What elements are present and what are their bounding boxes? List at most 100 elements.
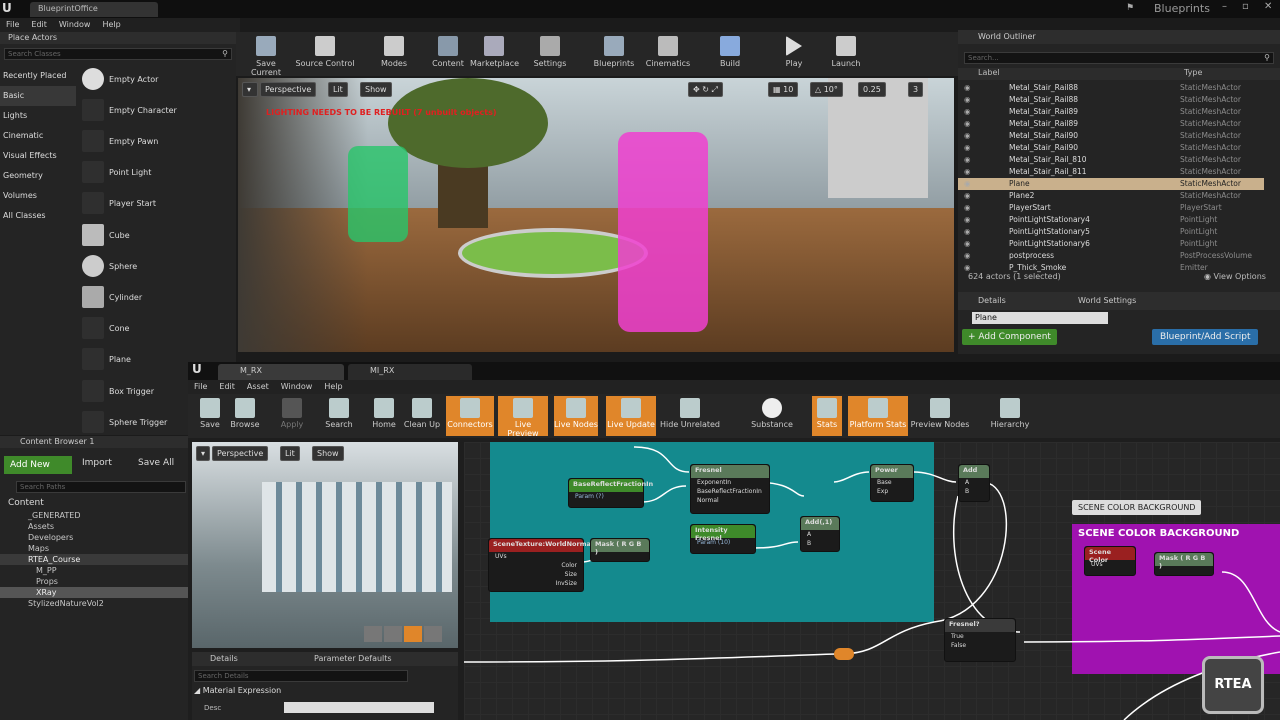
actor-name-input[interactable]: Plane [972, 312, 1108, 324]
mat-search-button[interactable]: Search [322, 396, 356, 436]
outliner-row[interactable]: ◉ PointLightStationary5 PointLight [958, 226, 1264, 238]
tree-maps[interactable]: Maps [28, 544, 49, 553]
details-tab[interactable]: Details [978, 296, 1006, 305]
viewport-options-button[interactable]: ▾ [242, 82, 258, 97]
eye-icon[interactable]: ◉ [964, 166, 971, 178]
search-paths-input[interactable]: Search Paths [16, 481, 186, 493]
mat-live-preview-button[interactable]: Live Preview [498, 396, 548, 438]
tree-rtea-course[interactable]: RTEA_Course [28, 555, 80, 564]
mat-clean-up-button[interactable]: Clean Up [402, 396, 442, 436]
mat-hierarchy-button[interactable]: Hierarchy [990, 396, 1030, 436]
node-base-reflect[interactable]: BaseReflectFractionIn Param (?) [568, 478, 653, 508]
preview-shape-buttons[interactable] [364, 626, 454, 644]
node-mask[interactable]: Mask ( R G B ) [590, 538, 650, 562]
menu-edit[interactable]: Edit [31, 18, 47, 32]
add-new-button[interactable]: Add New [4, 456, 72, 474]
outliner-row[interactable]: ◉ Metal_Stair_Rail90 StaticMeshActor [958, 142, 1264, 154]
outliner-row[interactable]: ◉ Plane2 StaticMeshActor [958, 190, 1264, 202]
preview-show-button[interactable]: Show [312, 446, 344, 461]
node-scene-color[interactable]: Scene Color UVs [1084, 546, 1136, 576]
minimize-button[interactable]: – [1222, 1, 1227, 12]
mat-menu-file[interactable]: File [194, 380, 207, 394]
eye-icon[interactable]: ◉ [964, 130, 971, 142]
cylinder-shape-icon[interactable] [364, 626, 382, 642]
actor-player-start[interactable]: Player Start [80, 190, 228, 220]
actor-empty-character[interactable]: Empty Character [80, 97, 228, 127]
outliner-row[interactable]: ◉ Metal_Stair_Rail88 StaticMeshActor [958, 94, 1264, 106]
perspective-button[interactable]: Perspective [260, 82, 317, 97]
launch-button[interactable]: Launch [826, 32, 866, 76]
node-mask-2[interactable]: Mask ( R G B ) [1154, 552, 1214, 576]
mat-substance-button[interactable]: Substance [750, 396, 794, 436]
mat-browse-button[interactable]: Browse [228, 396, 262, 436]
eye-icon[interactable]: ◉ [964, 154, 971, 166]
level-tab[interactable]: BlueprintOffice [30, 2, 158, 17]
category-geometry[interactable]: Geometry [0, 166, 76, 186]
actor-empty-pawn[interactable]: Empty Pawn [80, 128, 228, 158]
grid-snap-button[interactable]: ▦ 10 [768, 82, 799, 97]
outliner-row[interactable]: ◉ Metal_Stair_Rail89 StaticMeshActor [958, 106, 1264, 118]
outliner-row[interactable]: ◉ postprocess PostProcessVolume [958, 250, 1264, 262]
show-button[interactable]: Show [360, 82, 392, 97]
material-graph[interactable]: SCENE COLOR BACKGROUND SCENE COLOR BACKG… [464, 442, 1280, 720]
material-tab-m-rx[interactable]: M_RX [218, 364, 344, 380]
category-cinematic[interactable]: Cinematic [0, 126, 76, 146]
eye-icon[interactable]: ◉ [964, 82, 971, 94]
mat-live-nodes-button[interactable]: Live Nodes [554, 396, 598, 436]
tree-xray[interactable]: XRay [36, 588, 57, 597]
preview-lit-button[interactable]: Lit [280, 446, 300, 461]
outliner-row[interactable]: ◉ Metal_Stair_Rail_811 StaticMeshActor [958, 166, 1264, 178]
eye-icon[interactable]: ◉ [964, 142, 971, 154]
eye-icon[interactable]: ◉ [964, 118, 971, 130]
desc-input[interactable] [284, 702, 434, 713]
eye-icon[interactable]: ◉ [964, 94, 971, 106]
scale-snap-button[interactable]: 0.25 [858, 82, 886, 97]
eye-icon[interactable]: ◉ [964, 238, 971, 250]
actor-cube[interactable]: Cube [80, 222, 228, 252]
node-power[interactable]: Power Base Exp [870, 464, 914, 502]
save-current-button[interactable]: Save Current [240, 32, 292, 77]
mat-menu-help[interactable]: Help [324, 380, 342, 394]
mat-stats-button[interactable]: Stats [812, 396, 842, 436]
mat-preview-nodes-button[interactable]: Preview Nodes [910, 396, 970, 436]
category-volumes[interactable]: Volumes [0, 186, 76, 206]
mat-menu-edit[interactable]: Edit [219, 380, 235, 394]
category-all-classes[interactable]: All Classes [0, 206, 76, 226]
outliner-row[interactable]: ◉ Metal_Stair_Rail_810 StaticMeshActor [958, 154, 1264, 166]
tree-content[interactable]: Content [8, 498, 44, 508]
modes-button[interactable]: Modes [374, 32, 414, 76]
tree-m-pp[interactable]: M_PP [36, 566, 57, 575]
lit-button[interactable]: Lit [328, 82, 348, 97]
node-intensity-fresnel[interactable]: Intensity Fresnel Param (10) [690, 524, 756, 554]
actor-point-light[interactable]: Point Light [80, 159, 228, 189]
sphere-shape-icon[interactable] [384, 626, 402, 642]
mat-platform-stats-button[interactable]: Platform Stats [848, 396, 908, 436]
category-recently-placed[interactable]: Recently Placed [0, 66, 76, 86]
import-button[interactable]: Import [82, 458, 112, 468]
outliner-row[interactable]: ◉ Metal_Stair_Rail90 StaticMeshActor [958, 130, 1264, 142]
mat-hide-unrelated-button[interactable]: Hide Unrelated [660, 396, 720, 436]
close-button[interactable]: ✕ [1264, 1, 1272, 12]
tree-developers[interactable]: Developers [28, 533, 73, 542]
angle-snap-button[interactable]: △ 10° [810, 82, 843, 97]
cinematics-button[interactable]: Cinematics [644, 32, 692, 76]
view-options-button[interactable]: ◉ View Options [1204, 272, 1266, 281]
actor-empty-actor[interactable]: Empty Actor [80, 66, 228, 96]
cube-shape-icon[interactable] [424, 626, 442, 642]
material-expression-section[interactable]: ◢ Material Expression [194, 686, 281, 695]
actor-sphere[interactable]: Sphere [80, 253, 228, 283]
eye-icon[interactable]: ◉ [964, 178, 971, 190]
mat-details-tab[interactable]: Details [210, 654, 238, 663]
flag-icon[interactable]: ⚑ [1126, 3, 1138, 15]
mat-connectors-button[interactable]: Connectors [446, 396, 494, 436]
transform-icons[interactable]: ✥ ↻ ⤢ [688, 82, 723, 97]
eye-icon[interactable]: ◉ [964, 250, 971, 262]
blueprints-button[interactable]: Blueprints [590, 32, 638, 76]
outliner-row[interactable]: ◉ PlayerStart PlayerStart [958, 202, 1264, 214]
category-visual-effects[interactable]: Visual Effects [0, 146, 76, 166]
world-settings-tab[interactable]: World Settings [1078, 296, 1136, 305]
eye-icon[interactable]: ◉ [964, 106, 971, 118]
mat-menu-window[interactable]: Window [281, 380, 313, 394]
eye-icon[interactable]: ◉ [964, 202, 971, 214]
mat-menu-asset[interactable]: Asset [247, 380, 269, 394]
